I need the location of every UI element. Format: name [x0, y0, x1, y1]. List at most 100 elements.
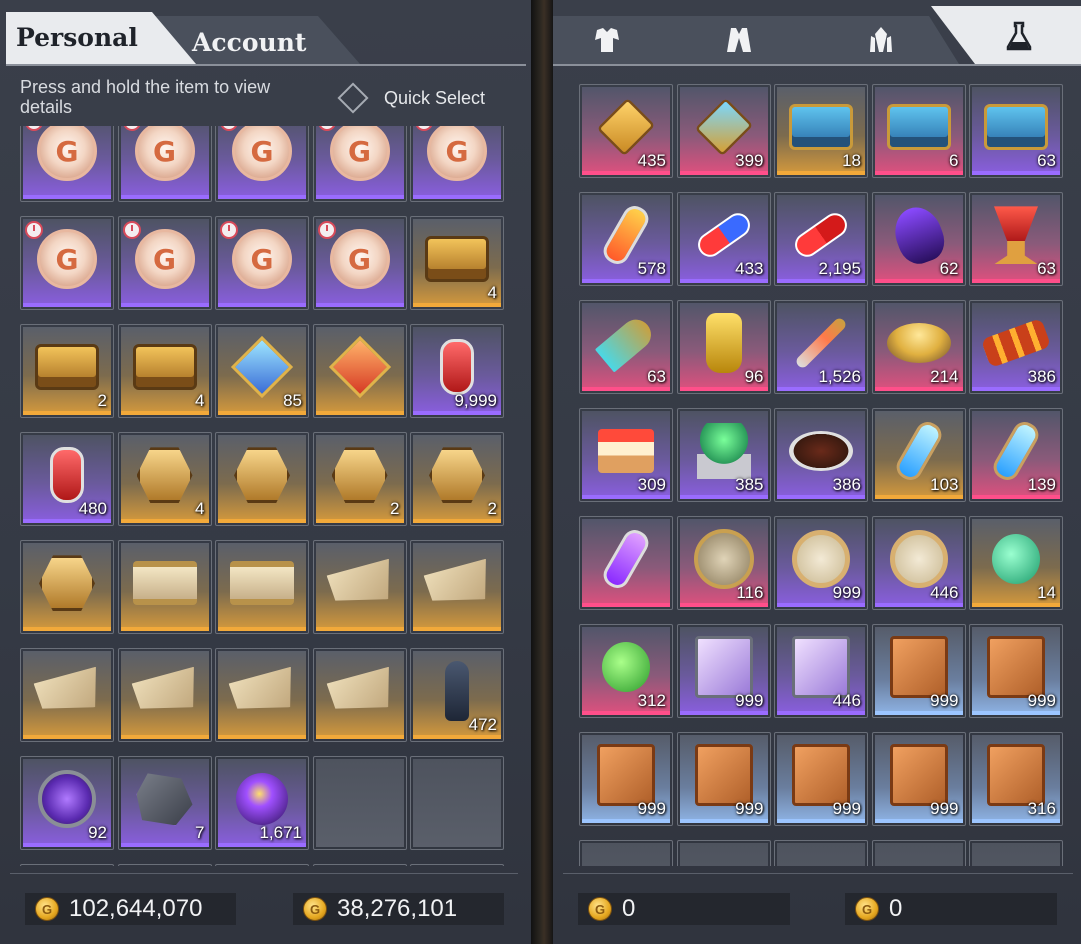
item-slot[interactable] [215, 648, 309, 742]
item-slot[interactable]: 385 [676, 408, 771, 502]
item-slot[interactable]: G [117, 126, 212, 202]
item-slot-partial[interactable] [676, 840, 771, 866]
item-slot[interactable]: 214 [871, 300, 966, 394]
item-slot[interactable]: 446 [871, 516, 966, 610]
slot-background [777, 843, 865, 866]
item-slot[interactable] [117, 648, 212, 742]
panel-divider [531, 0, 553, 944]
item-slot[interactable] [410, 540, 504, 634]
item-slot[interactable]: 63 [969, 84, 1063, 178]
item-slot[interactable]: 433 [676, 192, 771, 286]
rarity-bar [218, 735, 306, 739]
item-slot[interactable]: G [215, 216, 309, 310]
item-slot[interactable]: 2 [312, 432, 407, 526]
tab-account-label: Account [192, 28, 307, 57]
item-quantity: 480 [78, 499, 107, 518]
item-slot[interactable]: 4 [410, 216, 504, 310]
item-slot[interactable]: 96 [676, 300, 771, 394]
quick-select-toggle[interactable]: Quick Select [337, 82, 485, 114]
item-slot[interactable]: 999 [969, 624, 1063, 718]
item-slot[interactable]: G [215, 126, 309, 202]
item-slot-partial[interactable] [312, 864, 407, 866]
item-slot[interactable] [215, 432, 309, 526]
rarity-bar [582, 495, 670, 499]
item-slot-partial[interactable] [117, 864, 212, 866]
item-slot[interactable]: G [20, 126, 114, 202]
item-slot[interactable]: 999 [676, 624, 771, 718]
item-slot[interactable]: 312 [579, 624, 673, 718]
item-slot[interactable]: 4 [117, 324, 212, 418]
gold-chest-icon [35, 335, 99, 399]
item-slot[interactable] [312, 324, 407, 418]
item-slot[interactable]: 435 [579, 84, 673, 178]
empty-slot[interactable] [312, 756, 407, 850]
item-slot-partial[interactable] [969, 840, 1063, 866]
item-slot[interactable]: 9,999 [410, 324, 504, 418]
item-slot[interactable]: G [20, 216, 114, 310]
item-slot[interactable]: 399 [676, 84, 771, 178]
item-slot[interactable]: 18 [774, 84, 868, 178]
item-slot-partial[interactable] [774, 840, 868, 866]
item-slot[interactable]: 139 [969, 408, 1063, 502]
item-quantity: 2,195 [818, 259, 861, 278]
gold-badge-shape [136, 447, 193, 504]
storage-item-grid[interactable]: 435 399 18 6 63 578 433 2,195 62 63 63 96 1,526 214 38… [577, 82, 1063, 866]
item-slot[interactable]: G [312, 216, 407, 310]
item-slot[interactable]: 62 [871, 192, 966, 286]
item-slot[interactable] [20, 540, 114, 634]
item-quantity: 96 [744, 367, 764, 386]
item-slot[interactable]: 446 [774, 624, 868, 718]
item-slot[interactable]: 92 [20, 756, 114, 850]
item-quantity: 999 [637, 799, 666, 818]
item-slot[interactable]: 999 [676, 732, 771, 826]
item-slot[interactable]: 472 [410, 648, 504, 742]
tab-materials[interactable] [789, 16, 959, 64]
item-slot[interactable]: 116 [676, 516, 771, 610]
personal-item-grid[interactable]: G G G G G G G G G 4 2 4 85 9,999 480 4 2 2 472 92 7 1,671 [16, 126, 512, 866]
capsule-shape [692, 208, 755, 262]
item-slot-partial[interactable] [579, 840, 673, 866]
item-slot[interactable]: 999 [774, 516, 868, 610]
item-slot[interactable]: 999 [579, 732, 673, 826]
item-slot[interactable]: 999 [774, 732, 868, 826]
item-slot[interactable]: 7 [117, 756, 212, 850]
item-slot[interactable]: 2 [410, 432, 504, 526]
item-slot[interactable] [215, 540, 309, 634]
item-slot-partial[interactable] [215, 864, 309, 866]
item-slot[interactable]: 999 [871, 732, 966, 826]
item-slot[interactable]: 4 [117, 432, 212, 526]
orange-gem-icon [328, 335, 392, 399]
item-slot[interactable] [117, 540, 212, 634]
item-slot[interactable] [579, 516, 673, 610]
item-slot-partial[interactable] [871, 840, 966, 866]
item-slot[interactable]: 2 [20, 324, 114, 418]
item-slot[interactable]: 2,195 [774, 192, 868, 286]
empty-slot[interactable] [410, 756, 504, 850]
item-slot[interactable]: 480 [20, 432, 114, 526]
item-slot[interactable]: 1,671 [215, 756, 309, 850]
item-slot[interactable]: 63 [579, 300, 673, 394]
item-slot[interactable]: 63 [969, 192, 1063, 286]
item-slot[interactable]: G [117, 216, 212, 310]
item-slot[interactable]: 1,526 [774, 300, 868, 394]
item-slot[interactable] [20, 648, 114, 742]
item-quantity: 2 [97, 391, 107, 410]
rarity-bar [315, 303, 404, 307]
item-slot-partial[interactable] [410, 864, 504, 866]
item-slot[interactable]: G [312, 126, 407, 202]
item-slot[interactable] [312, 540, 407, 634]
item-slot[interactable]: 6 [871, 84, 966, 178]
item-slot[interactable]: 309 [579, 408, 673, 502]
item-slot[interactable]: 386 [969, 300, 1063, 394]
item-slot[interactable]: 316 [969, 732, 1063, 826]
item-slot[interactable] [312, 648, 407, 742]
item-slot[interactable]: 386 [774, 408, 868, 502]
item-quantity: 18 [842, 151, 861, 170]
item-slot[interactable]: 999 [871, 624, 966, 718]
item-slot[interactable]: G [410, 126, 504, 202]
item-slot[interactable]: 578 [579, 192, 673, 286]
item-slot-partial[interactable] [20, 864, 114, 866]
item-slot[interactable]: 85 [215, 324, 309, 418]
item-slot[interactable]: 14 [969, 516, 1063, 610]
item-slot[interactable]: 103 [871, 408, 966, 502]
